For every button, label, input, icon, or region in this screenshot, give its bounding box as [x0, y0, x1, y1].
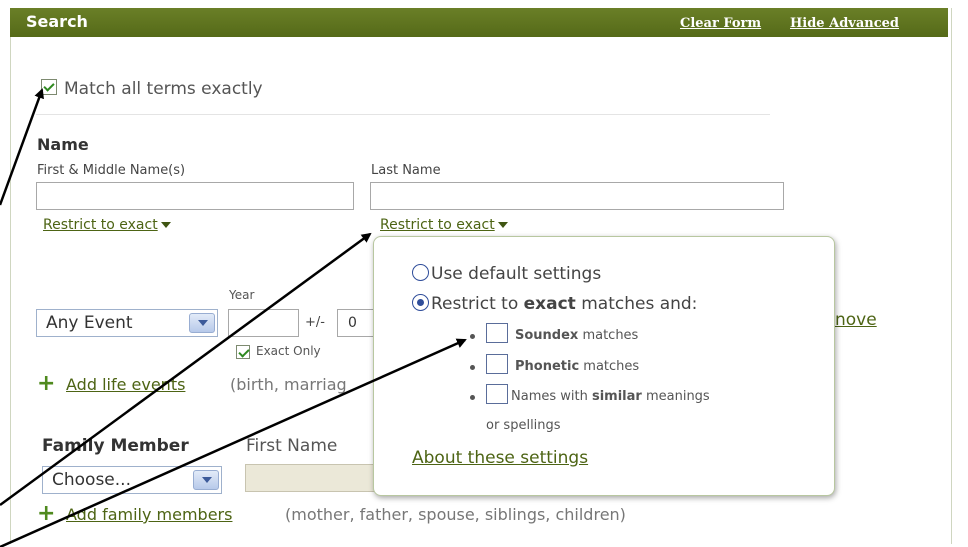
- annotation-arrow: [0, 88, 44, 206]
- annotation-arrows: [0, 88, 467, 547]
- annotation-arrow: [0, 338, 467, 547]
